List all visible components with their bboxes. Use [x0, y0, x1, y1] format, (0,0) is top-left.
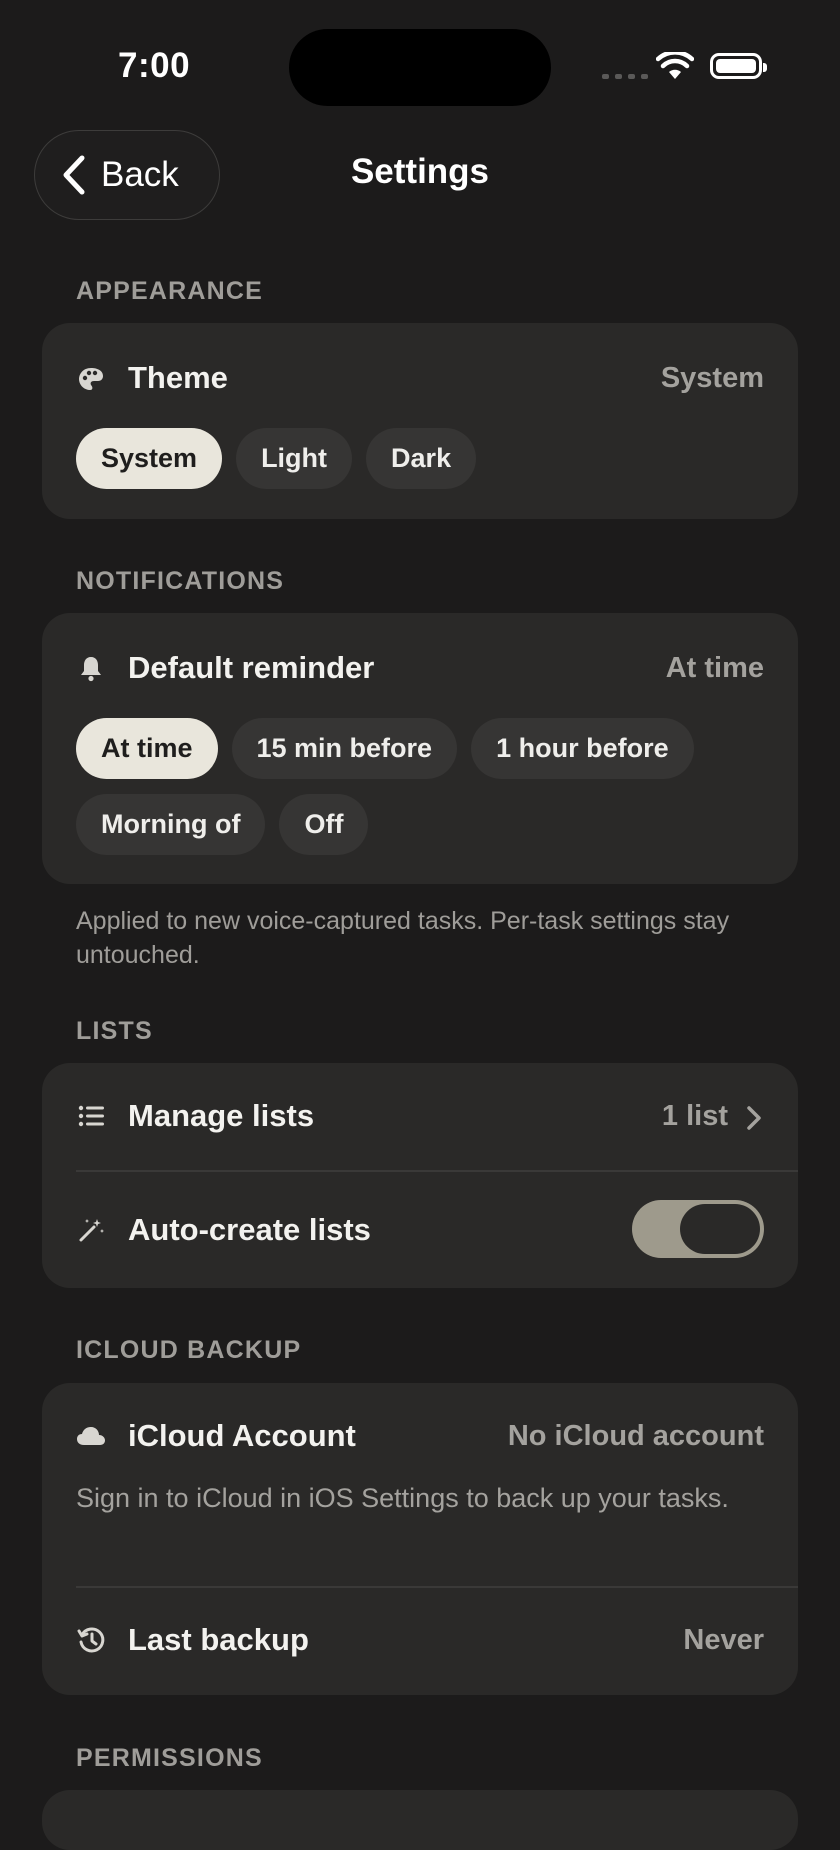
icloud-account-value: No iCloud account — [507, 1420, 764, 1452]
reminder-option-1-hour[interactable]: 1 hour before — [471, 718, 694, 779]
status-bar: 7:00 — [0, 0, 840, 130]
reminder-option-morning-of[interactable]: Morning of — [76, 794, 266, 855]
bell-icon — [76, 653, 106, 683]
theme-value: System — [660, 362, 764, 394]
palette-icon — [76, 364, 106, 394]
theme-option-dark[interactable]: Dark — [366, 428, 477, 489]
page-title: Settings — [350, 152, 490, 191]
chevron-right-icon — [747, 1106, 761, 1130]
permissions-card — [42, 1790, 798, 1850]
cloud-icon — [76, 1421, 106, 1451]
dynamic-island — [289, 29, 551, 106]
appearance-card: Theme System System Light Dark — [42, 323, 798, 519]
manage-lists-value: 1 list — [661, 1100, 728, 1132]
history-clock-icon — [76, 1625, 106, 1655]
row-divider — [76, 1170, 798, 1172]
theme-option-system[interactable]: System — [76, 428, 223, 489]
row-divider — [76, 1586, 798, 1588]
default-reminder-value: At time — [665, 652, 764, 684]
manage-lists-row[interactable]: Manage lists 1 list — [42, 1063, 798, 1171]
cellular-signal-icon — [602, 74, 648, 79]
magic-wand-icon — [76, 1215, 106, 1245]
icloud-account-help: Sign in to iCloud in iOS Settings to bac… — [76, 1483, 729, 1513]
lists-card: Manage lists 1 list Auto-create lists — [42, 1063, 798, 1288]
section-header-appearance: APPEARANCE — [76, 277, 264, 305]
last-backup-value: Never — [683, 1624, 764, 1656]
auto-create-lists-title: Auto-create lists — [128, 1212, 371, 1247]
default-reminder-title: Default reminder — [128, 650, 375, 685]
auto-create-lists-toggle[interactable] — [632, 1200, 764, 1258]
notifications-footnote: Applied to new voice-captured tasks. Per… — [76, 907, 730, 969]
notifications-card: Default reminder At time At time 15 min … — [42, 613, 798, 884]
section-header-permissions: PERMISSIONS — [76, 1744, 263, 1772]
theme-option-light[interactable]: Light — [236, 428, 353, 489]
reminder-option-off[interactable]: Off — [279, 794, 369, 855]
icloud-card: iCloud Account No iCloud account Sign in… — [42, 1383, 798, 1695]
section-header-icloud-backup: ICLOUD BACKUP — [76, 1336, 302, 1364]
status-time: 7:00 — [118, 46, 191, 85]
section-header-notifications: NOTIFICATIONS — [76, 567, 285, 595]
theme-title: Theme — [128, 360, 228, 395]
manage-lists-title: Manage lists — [128, 1098, 315, 1133]
reminder-option-at-time[interactable]: At time — [76, 718, 218, 779]
last-backup-title: Last backup — [128, 1622, 309, 1657]
battery-icon — [710, 53, 767, 79]
section-header-lists: LISTS — [76, 1017, 153, 1045]
icloud-account-title: iCloud Account — [128, 1418, 356, 1453]
reminder-option-15-min[interactable]: 15 min before — [231, 718, 458, 779]
list-icon — [76, 1101, 106, 1131]
wifi-icon — [656, 52, 694, 79]
